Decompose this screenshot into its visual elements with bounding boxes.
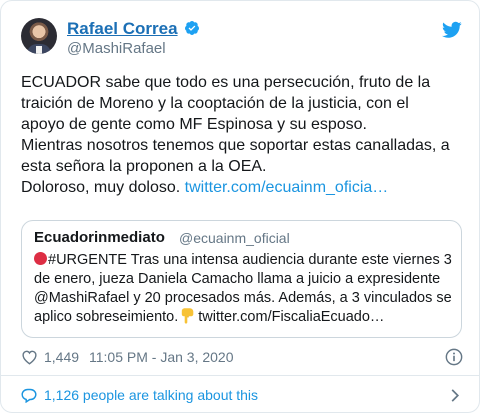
pointing-down-emoji-icon: [182, 308, 194, 324]
quoted-line: #URGENTE Tras una intensa audiencia dura…: [34, 251, 454, 270]
author-name[interactable]: Rafael Correa: [67, 19, 178, 39]
quoted-line-2: de enero, jueza Daniela Camacho llama a …: [34, 271, 441, 287]
tweet-line: esta señora la proponen a la OEA.: [21, 158, 267, 175]
tweet-timestamp[interactable]: 11:05 PM - Jan 3, 2020: [89, 349, 234, 365]
tweet-text: ECUADOR sabe que todo es una persecución…: [21, 72, 467, 198]
twitter-bird-icon[interactable]: [442, 21, 462, 39]
speech-bubble-icon: [21, 388, 37, 403]
red-circle-emoji-icon: [34, 252, 47, 265]
chevron-right-icon: [451, 389, 460, 402]
quoted-line: aplico sobreseimiento. twitter.com/Fiscal…: [34, 308, 454, 327]
heart-icon[interactable]: [21, 349, 38, 365]
talking-count-text: 1,126 people are talking about this: [44, 387, 259, 403]
conversation-link[interactable]: 1,126 people are talking about this: [21, 386, 467, 406]
embedded-tweet-card: Rafael Correa @MashiRafael ECUADOR sabe …: [0, 0, 480, 413]
author-handle[interactable]: @MashiRafael: [67, 40, 166, 57]
author-avatar[interactable]: [21, 18, 57, 54]
footer-divider: [1, 375, 479, 376]
tweet-line: Mientras nosotros tenemos que soportar e…: [21, 137, 450, 154]
quoted-line-4-text: aplico sobreseimiento.: [34, 309, 179, 325]
quoted-tweet[interactable]: Ecuadorinmediato @ecuainm_oficial #URGEN…: [21, 220, 462, 338]
tweet-last-line-text: Doloroso, muy doloso.: [21, 179, 185, 196]
like-count[interactable]: 1,449: [44, 349, 79, 365]
quoted-line-3: @MashiRafael y 20 procesados más. Además…: [34, 290, 452, 306]
quoted-link[interactable]: twitter.com/FiscaliaEcuado…: [198, 309, 384, 325]
avatar-collar: [36, 46, 42, 54]
tweet-line: traición de Moreno y la cooptación de la…: [21, 95, 409, 112]
tweet-line: apoyo de gente como MF Espinosa y su esp…: [21, 116, 367, 133]
tweet-link[interactable]: twitter.com/ecuainm_oficia…: [185, 179, 389, 196]
tweet-meta: 1,449 11:05 PM - Jan 3, 2020: [21, 348, 467, 368]
tweet-line: ECUADOR sabe que todo es una persecución…: [21, 74, 431, 91]
quoted-author-name: Ecuadorinmediato: [34, 229, 165, 246]
tweet-last-line: Doloroso, muy doloso. twitter.com/ecuain…: [21, 177, 467, 198]
info-icon[interactable]: [445, 348, 463, 366]
quoted-author-handle: @ecuainm_oficial: [179, 230, 290, 246]
quoted-line-1: #URGENTE Tras una intensa audiencia dura…: [48, 252, 452, 268]
verified-badge-icon: [185, 21, 199, 35]
quoted-text: #URGENTE Tras una intensa audiencia dura…: [34, 251, 454, 327]
